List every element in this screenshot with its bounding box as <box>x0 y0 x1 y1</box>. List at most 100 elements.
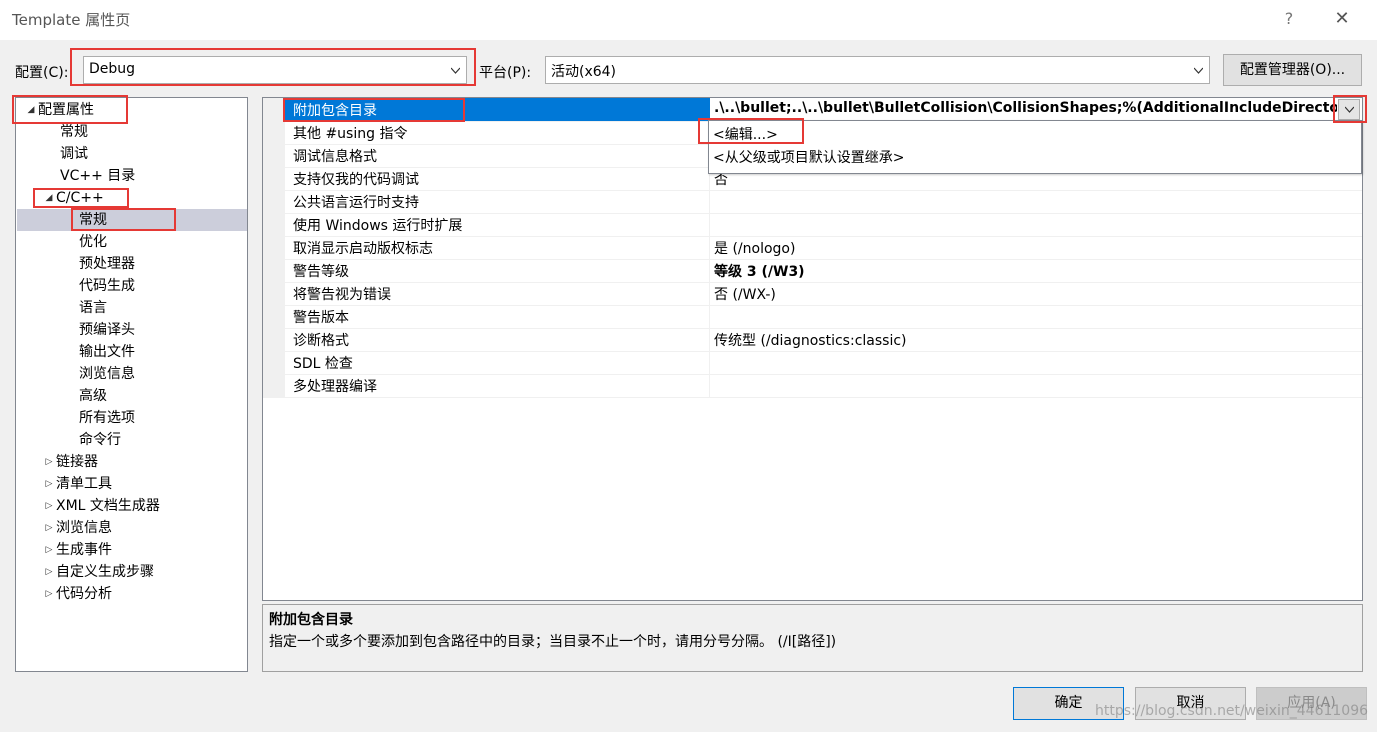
close-button[interactable]: ✕ <box>1330 6 1354 32</box>
property-row[interactable]: 附加包含目录 .\..\bullet;..\..\bullet\BulletCo… <box>263 98 1362 122</box>
tree-item-label: 配置属性 <box>38 102 94 118</box>
platform-select[interactable]: 活动(x64) <box>545 56 1210 84</box>
tree-item-code-generation[interactable]: 代码生成 <box>79 275 135 297</box>
tree-item-xml-doc-generator[interactable]: ▷ XML 文档生成器 <box>42 495 160 517</box>
column-divider <box>709 259 710 282</box>
tree-item-custom-build-step[interactable]: ▷ 自定义生成步骤 <box>42 561 154 583</box>
chevron-down-icon <box>1194 67 1203 74</box>
tree-item-advanced[interactable]: 高级 <box>79 385 107 407</box>
dropdown-item-edit[interactable]: <编辑...> <box>713 124 778 144</box>
property-value: 传统型 (/diagnostics:classic) <box>714 333 907 349</box>
value-dropdown-list: <编辑...> <从父级或项目默认设置继承> <box>708 120 1362 174</box>
row-gutter <box>263 144 285 167</box>
window-title: Template 属性页 <box>12 11 131 29</box>
property-value: 是 (/nologo) <box>714 241 796 257</box>
chevron-down-icon <box>451 67 460 74</box>
tree-item-code-analysis[interactable]: ▷ 代码分析 <box>42 583 112 605</box>
property-name: 附加包含目录 <box>293 103 377 119</box>
config-manager-button[interactable]: 配置管理器(O)... <box>1223 54 1362 86</box>
column-divider <box>709 213 710 236</box>
property-row[interactable]: 警告等级 等级 3 (/W3) <box>263 259 1362 283</box>
tree-item-output-files[interactable]: 输出文件 <box>79 341 135 363</box>
property-tree: ◢ 配置属性 常规 调试 VC++ 目录 ◢ C/C++ 常规 优化 预处理器 代码… <box>15 97 248 672</box>
collapsed-arrow-icon: ▷ <box>45 589 53 599</box>
tree-item-general[interactable]: 常规 <box>60 121 88 143</box>
property-name: 公共语言运行时支持 <box>293 195 419 211</box>
tree-item-all-options[interactable]: 所有选项 <box>79 407 135 429</box>
tree-item-manifest-tool[interactable]: ▷ 清单工具 <box>42 473 112 495</box>
tree-item-command-line[interactable]: 命令行 <box>79 429 121 451</box>
tree-selection-highlight <box>17 209 247 231</box>
tree-item-build-events[interactable]: ▷ 生成事件 <box>42 539 112 561</box>
property-value-field[interactable]: .\..\bullet;..\..\bullet\BulletCollision… <box>710 98 1337 121</box>
config-select[interactable]: Debug <box>83 56 467 84</box>
property-value: .\..\bullet;..\..\bullet\BulletCollision… <box>714 100 1337 116</box>
column-divider <box>709 282 710 305</box>
tree-item-preprocessor[interactable]: 预处理器 <box>79 253 135 275</box>
tree-item-browse-info[interactable]: 浏览信息 <box>79 363 135 385</box>
row-gutter <box>263 374 285 397</box>
collapsed-arrow-icon: ▷ <box>45 457 53 467</box>
property-name: 使用 Windows 运行时扩展 <box>293 218 463 234</box>
property-row[interactable]: 诊断格式 传统型 (/diagnostics:classic) <box>263 328 1362 352</box>
description-text: 指定一个或多个要添加到包含路径中的目录；当目录不止一个时，请用分号分隔。 (/I… <box>269 634 837 650</box>
description-title: 附加包含目录 <box>269 612 353 628</box>
tree-item-debugging[interactable]: 调试 <box>60 143 88 165</box>
tree-item-optimization[interactable]: 优化 <box>79 231 107 253</box>
description-panel: 附加包含目录 指定一个或多个要添加到包含路径中的目录；当目录不止一个时，请用分号… <box>262 604 1363 672</box>
row-gutter <box>263 190 285 213</box>
row-gutter <box>263 328 285 351</box>
property-name: 多处理器编译 <box>293 379 377 395</box>
row-gutter <box>263 259 285 282</box>
tree-item-label: C/C++ <box>56 190 104 206</box>
expanded-arrow-icon: ◢ <box>45 193 53 203</box>
row-gutter <box>263 305 285 328</box>
property-name: 将警告视为错误 <box>293 287 391 303</box>
dropdown-button[interactable] <box>1338 99 1360 120</box>
property-name: 调试信息格式 <box>293 149 377 165</box>
column-divider <box>709 374 710 397</box>
row-gutter <box>263 98 285 121</box>
tree-item-browse-information[interactable]: ▷ 浏览信息 <box>42 517 112 539</box>
collapsed-arrow-icon: ▷ <box>45 501 53 511</box>
collapsed-arrow-icon: ▷ <box>45 523 53 533</box>
property-row[interactable]: 取消显示启动版权标志 是 (/nologo) <box>263 236 1362 260</box>
property-row[interactable]: 使用 Windows 运行时扩展 <box>263 213 1362 237</box>
tree-item-label: XML 文档生成器 <box>56 498 160 514</box>
property-row[interactable]: 公共语言运行时支持 <box>263 190 1362 214</box>
tree-item-precompiled-headers[interactable]: 预编译头 <box>79 319 135 341</box>
help-button[interactable]: ? <box>1278 6 1300 32</box>
collapsed-arrow-icon: ▷ <box>45 479 53 489</box>
property-name: 警告版本 <box>293 310 349 326</box>
column-divider <box>709 328 710 351</box>
property-name: 诊断格式 <box>293 333 349 349</box>
tree-item-c-cpp[interactable]: ◢ C/C++ <box>42 187 104 209</box>
property-row[interactable]: 将警告视为错误 否 (/WX-) <box>263 282 1362 306</box>
property-row[interactable]: SDL 检查 <box>263 351 1362 375</box>
tree-item-label: 浏览信息 <box>56 520 112 536</box>
property-name: 支持仅我的代码调试 <box>293 172 419 188</box>
column-divider <box>709 190 710 213</box>
row-gutter <box>263 236 285 259</box>
tree-item-label: 自定义生成步骤 <box>56 564 154 580</box>
config-label: 配置(C): <box>15 65 69 81</box>
row-gutter <box>263 167 285 190</box>
tree-item-vc-directories[interactable]: VC++ 目录 <box>60 165 135 187</box>
property-row[interactable]: 多处理器编译 <box>263 374 1362 398</box>
tree-item-label: 链接器 <box>56 454 98 470</box>
property-name: 其他 #using 指令 <box>293 126 408 142</box>
tree-item-config-properties[interactable]: ◢ 配置属性 <box>24 99 94 121</box>
dropdown-item-inherit[interactable]: <从父级或项目默认设置继承> <box>713 147 904 167</box>
tree-item-language[interactable]: 语言 <box>79 297 107 319</box>
property-value: 等级 3 (/W3) <box>714 264 805 280</box>
expanded-arrow-icon: ◢ <box>27 105 35 115</box>
tree-item-linker[interactable]: ▷ 链接器 <box>42 451 98 473</box>
row-gutter <box>263 282 285 305</box>
platform-select-value: 活动(x64) <box>551 64 617 80</box>
property-value: 否 (/WX-) <box>714 287 776 303</box>
row-gutter <box>263 121 285 144</box>
property-row[interactable]: 警告版本 <box>263 305 1362 329</box>
row-gutter <box>263 351 285 374</box>
collapsed-arrow-icon: ▷ <box>45 567 53 577</box>
tree-item-cpp-general[interactable]: 常规 <box>79 209 107 231</box>
